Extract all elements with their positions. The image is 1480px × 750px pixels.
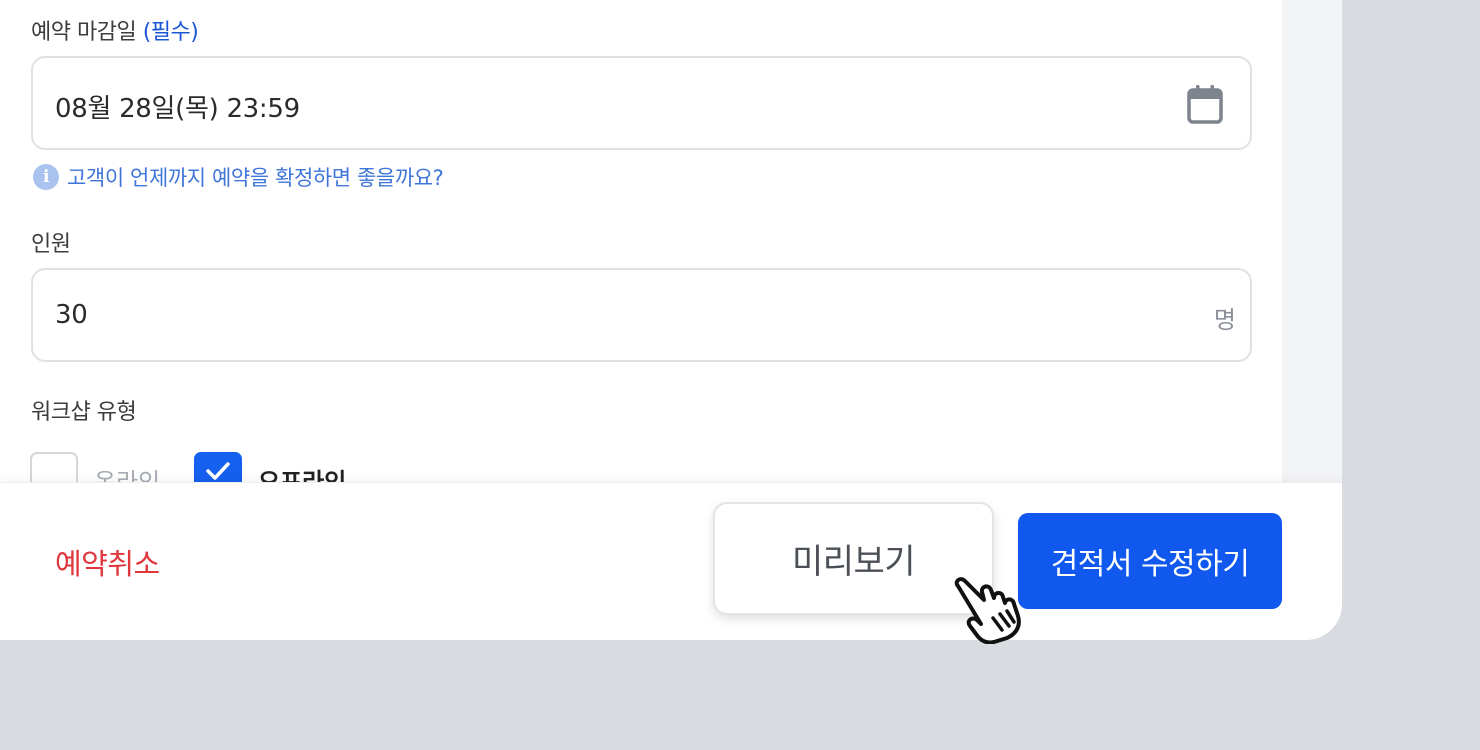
headcount-unit: 명 [1213,306,1236,334]
form-content: 예약 마감일 (필수) 08월 28일(목) 23:59 i 고객이 언제까지 … [0,0,1282,482]
required-tag: (필수) [142,20,199,45]
headcount-label: 인원 [31,232,71,257]
deadline-field[interactable]: 08월 28일(목) 23:59 [31,56,1252,150]
checkmark-icon [206,462,230,480]
headcount-field[interactable]: 30 명 [31,268,1252,362]
footer-bar: 예약취소 미리보기 견적서 수정하기 [0,482,1342,640]
calendar-icon[interactable] [1186,84,1224,126]
cancel-reservation-button[interactable]: 예약취소 [55,541,160,583]
hand-cursor-icon [954,577,1021,644]
quote-edit-modal: 예약 마감일 (필수) 08월 28일(목) 23:59 i 고객이 언제까지 … [0,0,1342,640]
deadline-hint-text: 고객이 언제까지 예약을 확정하면 좋을까요? [67,166,444,190]
deadline-value: 08월 28일(목) 23:59 [55,94,300,124]
deadline-hint: i 고객이 언제까지 예약을 확정하면 좋을까요? [33,162,444,192]
edit-quote-button[interactable]: 견적서 수정하기 [1018,513,1282,609]
online-label: 온라인 [94,467,161,483]
offline-label: 오프라인 [258,467,347,483]
option-offline[interactable]: 오프라인 [194,452,346,482]
option-online[interactable]: 온라인 [30,452,160,482]
headcount-value: 30 [55,300,88,330]
deadline-label: 예약 마감일 (필수) [31,14,199,46]
workshop-type-label: 워크샵 유형 [31,400,137,425]
info-icon: i [33,164,59,190]
offline-checkbox[interactable] [194,452,242,482]
online-checkbox[interactable] [30,452,78,482]
deadline-label-text: 예약 마감일 [31,20,137,45]
